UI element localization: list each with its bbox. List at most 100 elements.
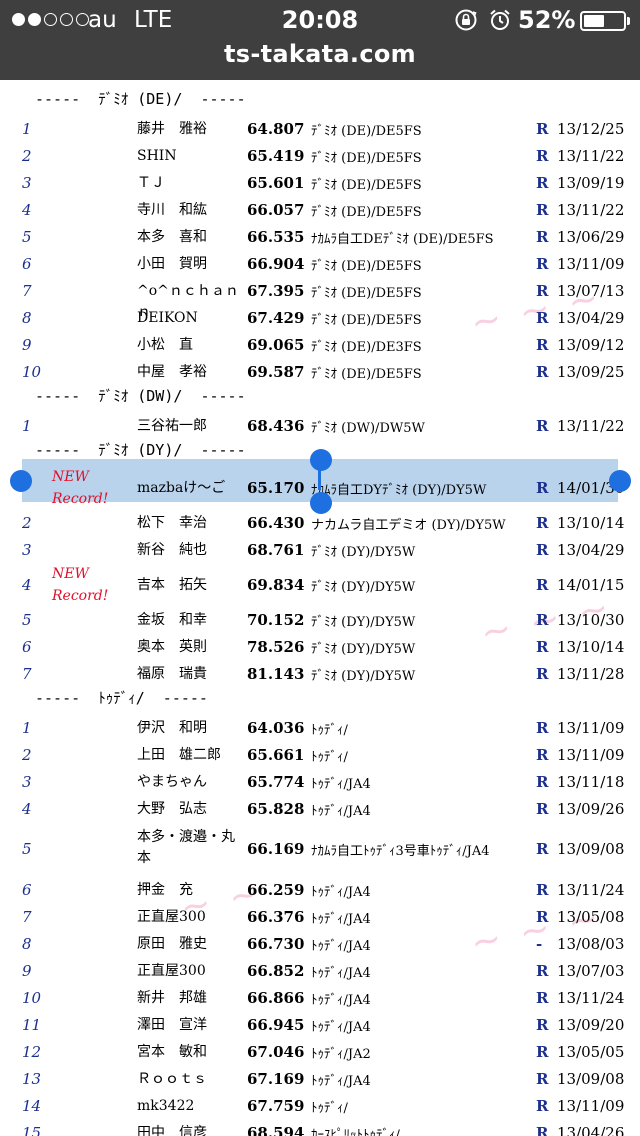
lap-time: 69.834 bbox=[247, 576, 305, 594]
record-date: 13/09/08 bbox=[557, 1070, 625, 1088]
car-model: ﾄｩﾃﾞｨ/JA4 bbox=[311, 777, 371, 792]
table-row[interactable]: 7 ^o^ｎｃｈａｎｎ 67.395 ﾃﾞﾐｵ (DE)/DE5FS R 13/07/13 bbox=[0, 277, 640, 320]
rank-cell: 2 bbox=[22, 147, 32, 165]
lap-time: 81.143 bbox=[247, 665, 305, 683]
table-row[interactable]: 15 田中 信彦 68.594 ｶｰｽﾋﾟﾘｯﾄﾄｩﾃﾞｨ/R 13/04/26 bbox=[0, 1119, 640, 1136]
driver-name: 奥本 英則 bbox=[137, 639, 207, 655]
record-flag: R bbox=[536, 746, 549, 764]
record-date: 13/11/24 bbox=[557, 881, 625, 899]
table-row[interactable]: 12 宮本 敏和 67.046 ﾄｩﾃﾞｨ/JA2 R 13/05/05 bbox=[0, 1038, 640, 1065]
table-row[interactable]: 5 本多・渡邉・丸本 66.169 ﾅｶﾑﾗ自工ﾄｩﾃﾞｨ3号車ﾄｩﾃﾞｨ/JA4 R 1… bbox=[0, 822, 640, 876]
table-row[interactable]: 2 SHIN 65.419 ﾃﾞﾐｵ (DE)/DE5FS R 13/11/22 bbox=[0, 142, 640, 169]
car-model: ﾄｩﾃﾞｨ/JA4 bbox=[311, 804, 371, 819]
rank-cell: 3 bbox=[22, 541, 32, 559]
rank-cell: 2 bbox=[22, 514, 32, 532]
record-flag: R bbox=[536, 1016, 549, 1034]
table-row[interactable]: 7 福原 瑞貴 81.143 ﾃﾞﾐｵ (DY)/DY5W R 13/11/28 bbox=[0, 660, 640, 687]
address-bar-url[interactable]: ts-takata.com bbox=[0, 40, 640, 68]
lap-time: 68.436 bbox=[247, 417, 305, 435]
driver-name: 新谷 純也 bbox=[137, 542, 207, 558]
record-flag: R bbox=[536, 611, 549, 629]
record-flag: R bbox=[536, 908, 549, 926]
table-row[interactable]: 2 上田 雄二郎 65.661 ﾄｩﾃﾞｨ/R 13/11/09 bbox=[0, 741, 640, 768]
table-row[interactable]: NEW Record! 4 吉本 拓矢 69.834 ﾃﾞﾐｵ (DY)/DY5W R 14… bbox=[0, 563, 640, 606]
record-flag: R bbox=[536, 576, 549, 594]
battery-percent: 52% bbox=[518, 6, 576, 34]
car-model: ﾃﾞﾐｵ (DY)/DY5W bbox=[311, 669, 416, 684]
ranking-list: ~ ~ ~ ~ ~ ~ ~ ~ ~ ~ ~ ----- ﾃﾞﾐｵ (DE)/ -… bbox=[0, 80, 640, 1136]
record-date: 13/04/29 bbox=[557, 309, 625, 327]
record-flag: R bbox=[536, 719, 549, 737]
table-row[interactable]: 6 小田 賀明 66.904 ﾃﾞﾐｵ (DE)/DE5FS R 13/11/09 bbox=[0, 250, 640, 277]
lap-time: 65.601 bbox=[247, 174, 305, 192]
section-header: ----- ﾃﾞﾐｵ (DY)/ ----- bbox=[35, 441, 246, 459]
section-header: ----- ﾃﾞﾐｵ (DE)/ ----- bbox=[35, 90, 246, 108]
table-row[interactable]: 10 中屋 孝裕 69.587 ﾃﾞﾐｵ (DE)/DE5FS R 13/09/25 bbox=[0, 358, 640, 385]
table-row[interactable]: 6 奥本 英則 78.526 ﾃﾞﾐｵ (DY)/DY5W R 13/10/14 bbox=[0, 633, 640, 660]
record-flag: R bbox=[536, 638, 549, 656]
record-date: 13/09/26 bbox=[557, 800, 625, 818]
rank-cell: 5 bbox=[22, 611, 32, 629]
car-model: ﾄｩﾃﾞｨ/JA4 bbox=[311, 939, 371, 954]
table-row[interactable]: 3 ＴＪ 65.601 ﾃﾞﾐｵ (DE)/DE5FS R 13/09/19 bbox=[0, 169, 640, 196]
lap-time: 67.395 bbox=[247, 282, 305, 300]
table-row[interactable]: 4 寺川 和紘 66.057 ﾃﾞﾐｵ (DE)/DE5FS R 13/11/22 bbox=[0, 196, 640, 223]
record-date: 13/08/03 bbox=[557, 935, 625, 953]
table-row[interactable]: 7 正直屋300 66.376 ﾄｩﾃﾞｨ/JA4 R 13/05/08 bbox=[0, 903, 640, 930]
table-row[interactable]: 5 金坂 和幸 70.152 ﾃﾞﾐｵ (DY)/DY5W R 13/10/30 bbox=[0, 606, 640, 633]
record-flag: R bbox=[536, 962, 549, 980]
table-row[interactable]: 8 原田 雅史 66.730 ﾄｩﾃﾞｨ/JA4 -13/08/03 bbox=[0, 930, 640, 957]
rank-cell: 5 bbox=[22, 840, 32, 858]
lap-time: 67.046 bbox=[247, 1043, 305, 1061]
battery-level-fill bbox=[584, 15, 604, 27]
table-row[interactable]: 3 やまちゃん 65.774 ﾄｩﾃﾞｨ/JA4 R 13/11/18 bbox=[0, 768, 640, 795]
alarm-icon bbox=[490, 9, 510, 30]
car-model: ﾄｩﾃﾞｨ/JA4 bbox=[311, 1020, 371, 1035]
table-row[interactable]: 1 伊沢 和明 64.036 ﾄｩﾃﾞｨ/R 13/11/09 bbox=[0, 714, 640, 741]
car-model: ﾃﾞﾐｵ (DE)/DE5FS bbox=[311, 151, 422, 166]
selection-end-bottom-handle[interactable] bbox=[310, 492, 332, 514]
rank-cell: 3 bbox=[22, 773, 32, 791]
lap-time: 66.535 bbox=[247, 228, 305, 246]
driver-name: 宮本 敏和 bbox=[137, 1044, 207, 1060]
record-date: 13/09/25 bbox=[557, 363, 625, 381]
record-date: 13/04/29 bbox=[557, 541, 625, 559]
selection-end-handle[interactable] bbox=[609, 470, 631, 492]
car-model: ﾄｩﾃﾞｨ/ bbox=[311, 723, 348, 738]
car-model: ﾃﾞﾐｵ (DE)/DE5FS bbox=[311, 178, 422, 193]
table-row[interactable]: 8 DEIKON 67.429 ﾃﾞﾐｵ (DE)/DE5FS R 13/04/29 bbox=[0, 304, 640, 331]
selection-start-handle[interactable] bbox=[10, 470, 32, 492]
lap-time: 69.065 bbox=[247, 336, 305, 354]
lap-time: 64.036 bbox=[247, 719, 305, 737]
lap-time: 65.419 bbox=[247, 147, 305, 165]
record-flag: R bbox=[536, 363, 549, 381]
table-row[interactable]: 13 Ｒｏｏｔｓ 67.169 ﾄｩﾃﾞｨ/JA4 R 13/09/08 bbox=[0, 1065, 640, 1092]
driver-name: 小田 賀明 bbox=[137, 256, 207, 272]
table-row[interactable]: 4 大野 弘志 65.828 ﾄｩﾃﾞｨ/JA4 R 13/09/26 bbox=[0, 795, 640, 822]
new-record-label: NEW Record! bbox=[52, 566, 109, 604]
record-date: 13/06/29 bbox=[557, 228, 625, 246]
record-date: 13/07/03 bbox=[557, 962, 625, 980]
lap-time: 66.852 bbox=[247, 962, 305, 980]
record-date: 13/11/09 bbox=[557, 255, 625, 273]
table-row[interactable]: 10 新井 邦雄 66.866 ﾄｩﾃﾞｨ/JA4 R 13/11/24 bbox=[0, 984, 640, 1011]
driver-name: SHIN bbox=[137, 148, 177, 164]
rotation-lock-icon bbox=[455, 9, 477, 31]
car-model: ﾅｶﾑﾗ自工ﾄｩﾃﾞｨ3号車ﾄｩﾃﾞｨ/JA4 bbox=[311, 844, 490, 859]
car-model: ﾃﾞﾐｵ (DE)/DE5FS bbox=[311, 259, 422, 274]
table-row[interactable]: 1 藤井 雅裕 64.807 ﾃﾞﾐｵ (DE)/DE5FS R 13/12/25 bbox=[0, 115, 640, 142]
record-date: 13/07/13 bbox=[557, 282, 625, 300]
table-row[interactable]: 9 正直屋300 66.852 ﾄｩﾃﾞｨ/JA4 R 13/07/03 bbox=[0, 957, 640, 984]
selection-start-top-handle[interactable] bbox=[310, 449, 332, 471]
driver-name: Ｒｏｏｔｓ bbox=[137, 1071, 207, 1087]
table-row[interactable]: 9 小松 直 69.065 ﾃﾞﾐｵ (DE)/DE3FS R 13/09/12 bbox=[0, 331, 640, 358]
table-row[interactable]: 1 三谷祐一郎 68.436 ﾃﾞﾐｵ (DW)/DW5W R 13/11/22 bbox=[0, 412, 640, 439]
table-row[interactable]: 5 本多 喜和 66.535 ﾅｶﾑﾗ自工DEﾃﾞﾐｵ (DE)/DE5FS R 13/0… bbox=[0, 223, 640, 250]
lap-time: 66.259 bbox=[247, 881, 305, 899]
table-row[interactable]: 14 mk3422 67.759 ﾄｩﾃﾞｨ/R 13/11/09 bbox=[0, 1092, 640, 1119]
table-row[interactable]: 6 押金 充 66.259 ﾄｩﾃﾞｨ/JA4 R 13/11/24 bbox=[0, 876, 640, 903]
table-row[interactable]: 3 新谷 純也 68.761 ﾃﾞﾐｵ (DY)/DY5W R 13/04/29 bbox=[0, 536, 640, 563]
record-date: 13/11/09 bbox=[557, 719, 625, 737]
table-row[interactable]: 11 澤田 宣洋 66.945 ﾄｩﾃﾞｨ/JA4 R 13/09/20 bbox=[0, 1011, 640, 1038]
record-flag: R bbox=[536, 479, 549, 497]
